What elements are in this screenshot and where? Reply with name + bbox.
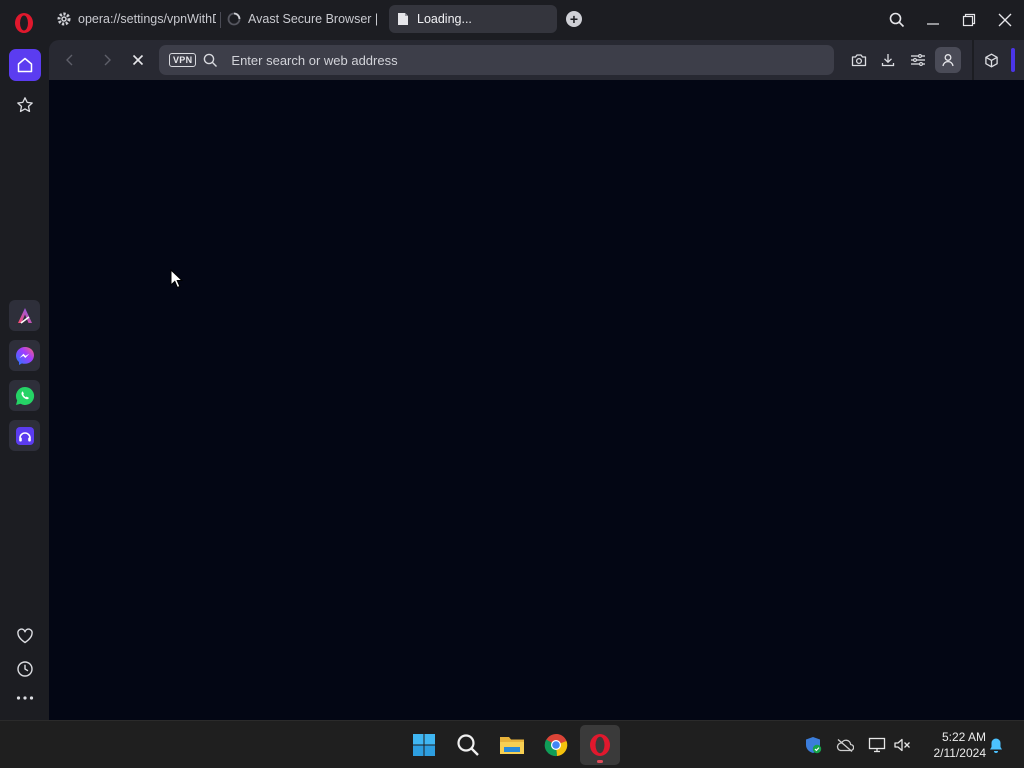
- sidebar-accent-indicator: [1011, 48, 1015, 72]
- toolbar: VPN: [49, 40, 1024, 80]
- tab-vpn-settings[interactable]: opera://settings/vpnWithDisclaimer: [56, 5, 216, 33]
- tab-avast-browser[interactable]: Avast Secure Browser | Privacy: [226, 5, 382, 33]
- vpn-badge[interactable]: VPN: [169, 53, 197, 67]
- clock-icon: [17, 661, 33, 677]
- new-tab-button[interactable]: +: [566, 11, 582, 27]
- mouse-cursor-icon: [170, 268, 184, 294]
- tab-strip: opera://settings/vpnWithDisclaimer Avast…: [0, 0, 1024, 40]
- whatsapp-icon: [15, 386, 34, 405]
- sidebar-item-messenger[interactable]: [9, 340, 40, 371]
- system-clock[interactable]: 5:22 AM 2/11/2024: [920, 729, 987, 761]
- download-icon[interactable]: [878, 50, 898, 70]
- forward-arrow-icon: [104, 54, 111, 66]
- snapshot-camera-icon[interactable]: [849, 50, 869, 70]
- address-input[interactable]: [231, 52, 792, 68]
- back-button[interactable]: [60, 50, 80, 70]
- tab-title: Loading...: [417, 12, 472, 26]
- clock-date: 2/11/2024: [933, 746, 987, 760]
- sidebar-item-home[interactable]: [9, 49, 41, 81]
- back-arrow-icon: [66, 54, 73, 66]
- tab-loading-active[interactable]: Loading...: [389, 5, 557, 33]
- sidebar-item-whatsapp[interactable]: [9, 380, 40, 411]
- taskbar-search-icon[interactable]: [448, 725, 488, 765]
- network-monitor-icon[interactable]: [868, 736, 886, 754]
- minimize-icon[interactable]: [922, 9, 944, 31]
- sidebar-item-pinboards[interactable]: [9, 89, 41, 121]
- browser-window: opera://settings/vpnWithDisclaimer Avast…: [0, 0, 1024, 768]
- star-icon: [17, 97, 33, 113]
- tab-search-icon[interactable]: [886, 9, 908, 31]
- messenger-icon: [15, 346, 34, 365]
- settings-gear-icon: [56, 11, 72, 27]
- forward-button[interactable]: [97, 50, 117, 70]
- sidebar-item-music-player[interactable]: [9, 420, 40, 451]
- file-explorer-icon[interactable]: [492, 725, 532, 765]
- windows-start-icon[interactable]: [404, 725, 444, 765]
- sidebar-item-aria[interactable]: [9, 300, 40, 331]
- extensions-cube-icon[interactable]: [981, 50, 1001, 70]
- loading-spinner-icon: [226, 11, 242, 27]
- clock-time: 5:22 AM: [941, 730, 986, 744]
- new-tab-plus-icon: +: [569, 11, 579, 27]
- speaker-muted-icon[interactable]: [893, 736, 911, 754]
- stop-loading-button[interactable]: [128, 50, 148, 70]
- tab-title: Avast Secure Browser | Privacy: [248, 12, 382, 26]
- aria-icon: [17, 307, 32, 324]
- sidebar-item-history[interactable]: [9, 653, 41, 685]
- windows-taskbar: 5:22 AM 2/11/2024: [0, 720, 1024, 768]
- easy-setup-sliders-icon[interactable]: [908, 50, 928, 70]
- extensions-area: [974, 40, 1024, 80]
- profile-person-icon: [942, 54, 954, 67]
- windows-security-shield-icon[interactable]: [804, 736, 822, 754]
- running-indicator: [597, 760, 603, 763]
- onedrive-offline-cloud-icon[interactable]: [836, 736, 854, 754]
- sidebar-item-favorites[interactable]: [9, 620, 41, 652]
- notification-bell-icon[interactable]: [987, 736, 1005, 754]
- page-content-area[interactable]: [49, 80, 1024, 720]
- sidebar-item-more[interactable]: [9, 682, 41, 714]
- chrome-icon[interactable]: [536, 725, 576, 765]
- sidebar: [0, 40, 49, 720]
- page-icon: [395, 11, 411, 27]
- tab-title: opera://settings/vpnWithDisclaimer: [78, 12, 216, 26]
- opera-taskbar-icon[interactable]: [580, 725, 620, 765]
- search-icon: [203, 52, 219, 68]
- restore-icon[interactable]: [958, 9, 980, 31]
- home-icon: [17, 57, 33, 73]
- close-icon[interactable]: [994, 9, 1016, 31]
- stop-x-icon: [132, 54, 144, 66]
- address-bar[interactable]: VPN: [159, 45, 834, 75]
- more-dots-icon: [16, 696, 34, 700]
- opera-logo-icon[interactable]: [13, 12, 35, 34]
- heart-icon: [17, 628, 33, 644]
- music-player-icon: [15, 426, 34, 445]
- profile-button[interactable]: [935, 47, 961, 73]
- tab-separator: [220, 12, 221, 28]
